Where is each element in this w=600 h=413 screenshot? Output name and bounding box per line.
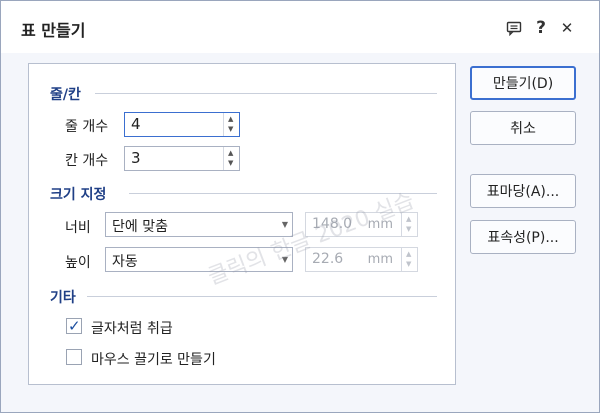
comment-icon-glyph — [506, 21, 522, 36]
cols-stepper[interactable]: 3 ▲ ▼ — [124, 146, 240, 171]
height-stepper-arrows[interactable]: ▲ ▼ — [401, 248, 417, 271]
width-label: 너비 — [65, 220, 91, 236]
section-size-heading: 크기 지정 — [50, 187, 107, 203]
table-style-button[interactable]: 표마당(A)... — [470, 174, 576, 208]
height-value: 22.6 — [312, 251, 344, 267]
height-unit: mm — [367, 252, 393, 267]
section-divider — [95, 93, 437, 94]
height-value-stepper[interactable]: 22.6 mm ▲ ▼ — [305, 247, 418, 272]
spin-up-icon[interactable]: ▲ — [228, 149, 233, 157]
chevron-down-icon: ▼ — [281, 220, 288, 229]
rows-label: 줄 개수 — [65, 119, 109, 135]
close-icon[interactable]: ✕ — [556, 17, 578, 39]
drag-create-label[interactable]: 마우스 끌기로 만들기 — [91, 349, 216, 369]
drag-create-checkbox[interactable] — [66, 349, 82, 365]
width-value-stepper[interactable]: 148.0 mm ▲ ▼ — [305, 212, 418, 237]
cols-value: 3 — [131, 149, 141, 167]
spin-down-icon[interactable]: ▼ — [406, 225, 411, 233]
spin-down-icon[interactable]: ▼ — [406, 260, 411, 268]
spin-up-icon[interactable]: ▲ — [406, 215, 411, 223]
width-mode-value: 단에 맞춤 — [112, 219, 168, 235]
width-mode-select[interactable]: 단에 맞춤 ▼ — [105, 212, 293, 237]
cancel-button[interactable]: 취소 — [470, 111, 576, 145]
section-other-heading: 기타 — [50, 290, 76, 306]
spin-down-icon[interactable]: ▼ — [228, 159, 233, 167]
spin-up-icon[interactable]: ▲ — [406, 250, 411, 258]
dialog-title: 표 만들기 — [21, 21, 86, 40]
rows-stepper[interactable]: 4 ▲ ▼ — [124, 112, 240, 137]
cols-stepper-arrows[interactable]: ▲ ▼ — [223, 147, 239, 170]
rows-value: 4 — [131, 115, 141, 133]
height-mode-value: 자동 — [112, 254, 138, 270]
section-divider — [129, 193, 437, 194]
height-label: 높이 — [65, 255, 91, 271]
width-value: 148.0 — [312, 216, 353, 232]
width-stepper-arrows[interactable]: ▲ ▼ — [401, 213, 417, 236]
spin-down-icon[interactable]: ▼ — [228, 125, 233, 133]
create-table-dialog: 표 만들기 ? ✕ 줄/칸 줄 개수 4 ▲ ▼ 칸 개수 3 ▲ ▼ 크기 지… — [0, 0, 600, 413]
options-panel: 줄/칸 줄 개수 4 ▲ ▼ 칸 개수 3 ▲ ▼ 크기 지정 너비 단에 맞춤… — [28, 63, 456, 385]
help-icon[interactable]: ? — [530, 17, 552, 39]
treat-as-char-label[interactable]: 글자처럼 취급 — [91, 318, 173, 338]
height-mode-select[interactable]: 자동 ▼ — [105, 247, 293, 272]
chevron-down-icon: ▼ — [281, 255, 288, 264]
title-bar: 표 만들기 ? ✕ — [1, 1, 599, 53]
spin-up-icon[interactable]: ▲ — [228, 115, 233, 123]
section-divider — [87, 296, 437, 297]
checkmark-icon: ✓ — [68, 317, 81, 335]
width-unit: mm — [367, 217, 393, 232]
section-rows-cols-heading: 줄/칸 — [50, 87, 81, 103]
rows-stepper-arrows[interactable]: ▲ ▼ — [223, 113, 239, 136]
table-properties-button[interactable]: 표속성(P)... — [470, 220, 576, 254]
create-button[interactable]: 만들기(D) — [470, 66, 576, 100]
comment-icon[interactable] — [503, 17, 525, 39]
treat-as-char-checkbox[interactable]: ✓ — [66, 317, 82, 335]
cols-label: 칸 개수 — [65, 153, 109, 169]
